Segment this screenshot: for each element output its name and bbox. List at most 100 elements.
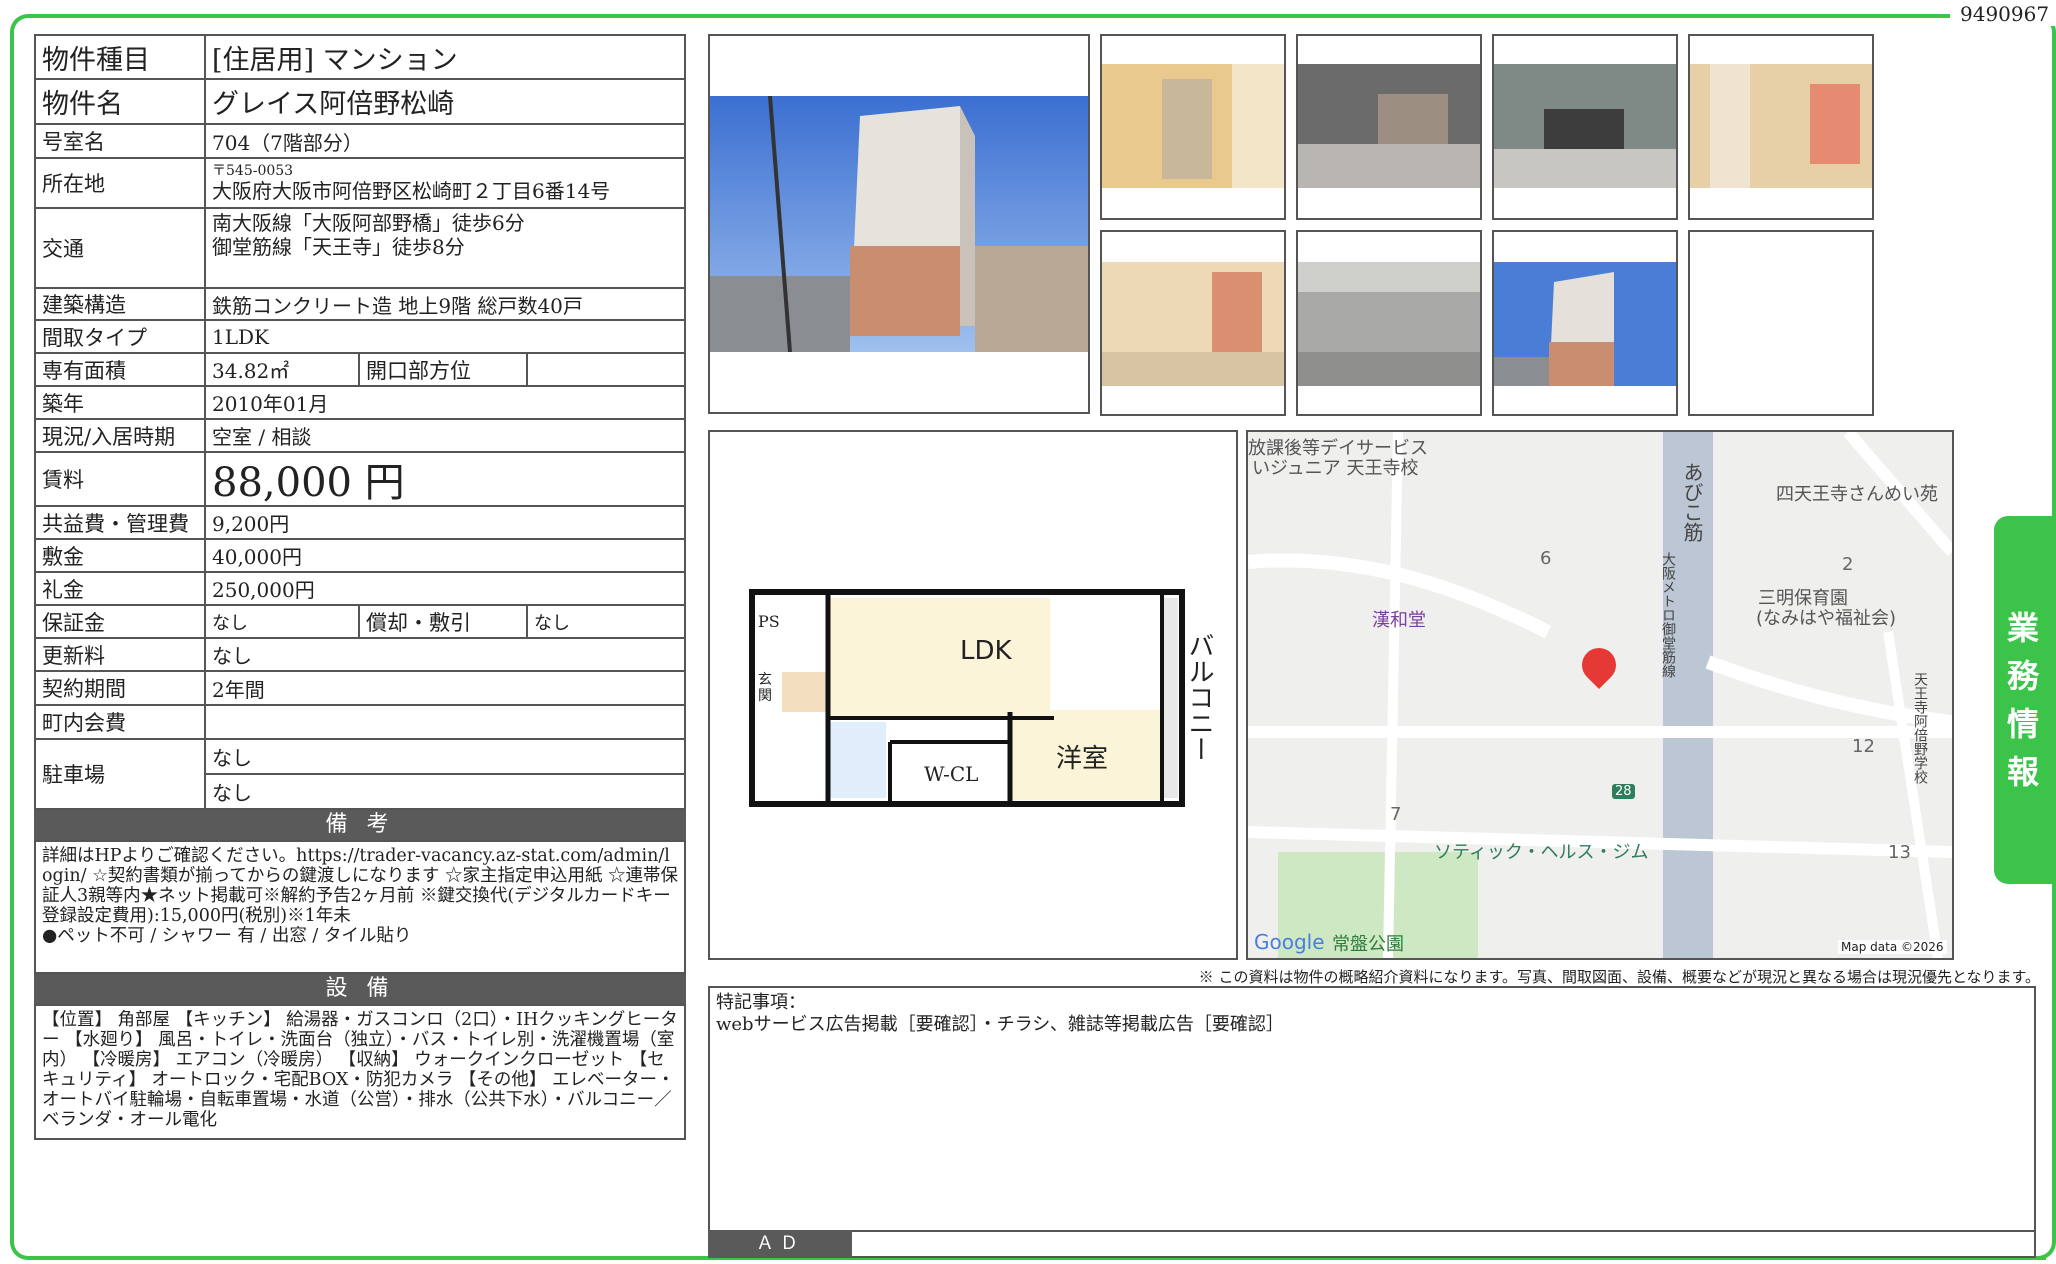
thumbnail-photo[interactable] (1492, 230, 1678, 416)
property-info-table: 物件種目 [住居用] マンション 物件名 グレイス阿倍野松崎 号室名 704（7階部分… (34, 34, 686, 810)
status-label: 現況/入居時期 (36, 420, 206, 451)
main-photo[interactable] (708, 34, 1090, 414)
plan-ldk-label: LDK (960, 636, 1012, 666)
thumbnail-photo[interactable] (1492, 34, 1678, 220)
amortization-value: なし (534, 612, 570, 634)
thumbnail-photo[interactable] (1688, 34, 1874, 220)
remarks-text: 詳細はHPよりご確認ください。https://trader-vacancy.az… (42, 846, 679, 926)
thumbnail-photo[interactable] (1296, 230, 1482, 416)
fee-label: 共益費・管理費 (36, 507, 206, 538)
disclaimer-text: ※ この資料は物件の概略紹介資料になります。写真、間取図面、設備、概要などが現況… (1198, 968, 2040, 986)
map-street-label-3: 天王寺阿倍野学校 (1912, 672, 1928, 784)
hall-image (1102, 262, 1284, 386)
side-tab-char: 務 (2006, 657, 2039, 695)
direction-label: 開口部方位 (358, 354, 528, 385)
structure-label: 建築構造 (36, 289, 206, 319)
map-block-2: 2 (1842, 554, 1854, 575)
room-label: 号室名 (36, 125, 206, 157)
postal-code: 〒545-0053 (212, 163, 294, 179)
business-info-tab[interactable]: 業 務 情 報 (1994, 516, 2052, 884)
deposit-label: 敷金 (36, 540, 206, 571)
side-tab-char: 業 (2006, 609, 2039, 647)
area-label: 専有面積 (36, 354, 206, 385)
floor-plan[interactable]: LDK 洋室 W-CL バルコニー PS 玄関 (708, 430, 1238, 960)
ad-label: ＡＤ (708, 1230, 852, 1258)
name-label: 物件名 (36, 80, 206, 123)
location-map[interactable]: 放課後等デイサービス いジュニア 天王寺校 四天王寺さんめい苑 三明保育園 (な… (1246, 430, 1954, 960)
lobby-exterior-image (1494, 64, 1676, 188)
plan-wcl-label: W-CL (924, 762, 979, 786)
facilities-header: 設 備 (34, 974, 686, 1004)
community-fee-value (206, 706, 684, 738)
map-roads (1248, 432, 1952, 958)
parking-value-1: なし (206, 740, 684, 775)
map-label-nursery-2: (なみはや福祉会) (1756, 608, 1897, 629)
layout-label: 間取タイプ (36, 321, 206, 352)
renewal-value: なし (212, 644, 252, 668)
remarks-features: ●ペット不可 / シャワー 有 / 出窓 / タイル貼り (42, 926, 412, 946)
remarks-header: 備 考 (34, 810, 686, 840)
rent-value: 88,000 円 (212, 460, 405, 506)
thumbnail-photo[interactable] (1100, 34, 1286, 220)
fee-value: 9,200円 (212, 512, 290, 536)
deposit-value: 40,000円 (212, 545, 302, 569)
entrance-image (1298, 64, 1480, 188)
map-label-gym: ソティック・ヘルス・ジム (1434, 842, 1649, 863)
map-label-park: 常盤公園 (1332, 934, 1404, 955)
key-money-label: 礼金 (36, 573, 206, 604)
address-value: 大阪府大阪市阿倍野区松崎町２丁目6番14号 (212, 179, 611, 203)
map-street-label-2: 大阪メトロ御堂筋線 (1660, 552, 1676, 678)
guarantee-label: 保証金 (36, 606, 206, 637)
plan-balcony-label: バルコニー (1184, 632, 1214, 762)
parking-label: 駐車場 (36, 740, 206, 808)
type-value: [住居用] マンション (212, 44, 458, 76)
plan-entrance-label: 玄関 (758, 672, 772, 704)
name-value: グレイス阿倍野松崎 (212, 89, 455, 120)
lobby-image (1690, 64, 1872, 188)
elevator-hall-image (1102, 64, 1284, 188)
rent-label: 賃料 (36, 453, 206, 505)
floor-plan-drawing (749, 589, 1185, 807)
address-label: 所在地 (36, 159, 206, 207)
parking-value-2: なし (212, 781, 252, 805)
side-tab-char: 情 (2006, 705, 2039, 743)
amortization-label: 償却・敷引 (358, 606, 528, 637)
ad-value-field (852, 1230, 2036, 1258)
building-exterior-image (710, 96, 1088, 352)
transit-line-2: 御堂筋線「天王寺」徒歩8分 (212, 235, 465, 259)
direction-value (528, 354, 684, 385)
garage-image (1298, 262, 1480, 386)
map-attribution: Map data ©2026 (1838, 940, 1947, 954)
built-value: 2010年01月 (212, 392, 329, 416)
thumbnail-photo[interactable] (1296, 34, 1482, 220)
room-value: 704（7階部分） (212, 130, 363, 155)
guarantee-value: なし (212, 612, 248, 634)
map-route-badge: 28 (1612, 784, 1635, 799)
contract-value: 2年間 (212, 677, 265, 702)
thumbnail-photo[interactable] (1100, 230, 1286, 416)
special-notes-title: 特記事項： (716, 992, 806, 1013)
type-label: 物件種目 (36, 36, 206, 78)
document-id: 9490967 (1950, 2, 2056, 26)
building-thumbnail-image (1494, 262, 1676, 386)
area-value: 34.82㎡ (212, 359, 290, 383)
thumbnail-photo-empty (1688, 230, 1874, 416)
map-label-top-2: いジュニア 天王寺校 (1252, 458, 1419, 479)
map-block-7: 7 (1390, 804, 1402, 825)
renewal-label: 更新料 (36, 639, 206, 670)
map-label-kanwa: 漢和堂 (1372, 610, 1426, 631)
plan-ps-label: PS (758, 612, 780, 631)
layout-value: 1LDK (212, 324, 269, 349)
special-notes-box: 特記事項： webサービス広告掲載［要確認］・チラシ、雑誌等掲載広告［要確認］ (708, 986, 2036, 1258)
google-logo: Google (1254, 930, 1325, 954)
key-money-value: 250,000円 (212, 578, 315, 602)
map-label-park-a: 四天王寺さんめい苑 (1776, 484, 1938, 505)
remarks-box: 詳細はHPよりご確認ください。https://trader-vacancy.az… (34, 840, 686, 974)
status-value: 空室 / 相談 (212, 425, 312, 449)
facilities-text: 【位置】 角部屋 【キッチン】 給湯器・ガスコンロ（2口）・IHクッキングヒータ… (42, 1010, 678, 1130)
transit-label: 交通 (36, 209, 206, 287)
structure-value: 鉄筋コンクリート造 地上9階 総戸数40戸 (212, 293, 583, 318)
side-tab-char: 報 (2006, 753, 2039, 791)
contract-label: 契約期間 (36, 672, 206, 704)
transit-line-1: 南大阪線「大阪阿部野橋」徒歩6分 (212, 211, 525, 235)
